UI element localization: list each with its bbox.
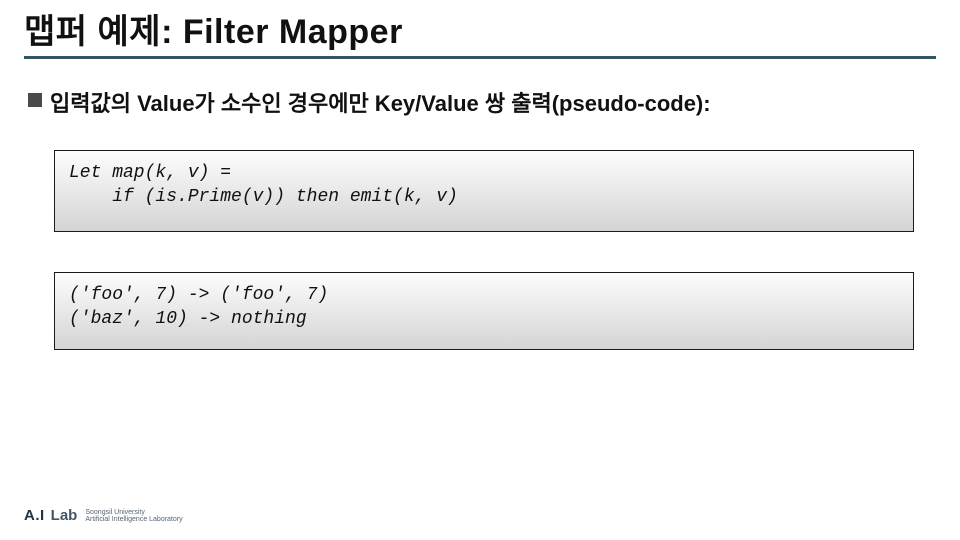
slide: 맵퍼 예제: Filter Mapper 입력값의 Value가 소수인 경우에…: [0, 0, 960, 540]
title-underline: [24, 56, 936, 59]
square-bullet-icon: [28, 93, 42, 107]
footer-subtext: Soongsil University Artificial Intellige…: [85, 509, 182, 523]
example-output-box: ('foo', 7) -> ('foo', 7) ('baz', 10) -> …: [54, 272, 914, 350]
footer-sub-line2: Artificial Intelligence Laboratory: [85, 516, 182, 523]
slide-title: 맵퍼 예제: Filter Mapper: [24, 4, 403, 53]
footer-sub-line1: Soongsil University: [85, 509, 182, 516]
footer-brand-ai: A.I: [24, 507, 45, 524]
footer-brand-lab: Lab: [51, 507, 78, 524]
footer-logo: A.I Lab Soongsil University Artificial I…: [24, 507, 183, 524]
bullet-row: 입력값의 Value가 소수인 경우에만 Key/Value 쌍 출력(pseu…: [28, 86, 932, 118]
bullet-text: 입력값의 Value가 소수인 경우에만 Key/Value 쌍 출력(pseu…: [50, 86, 711, 118]
pseudocode-box: Let map(k, v) = if (is.Prime(v)) then em…: [54, 150, 914, 232]
